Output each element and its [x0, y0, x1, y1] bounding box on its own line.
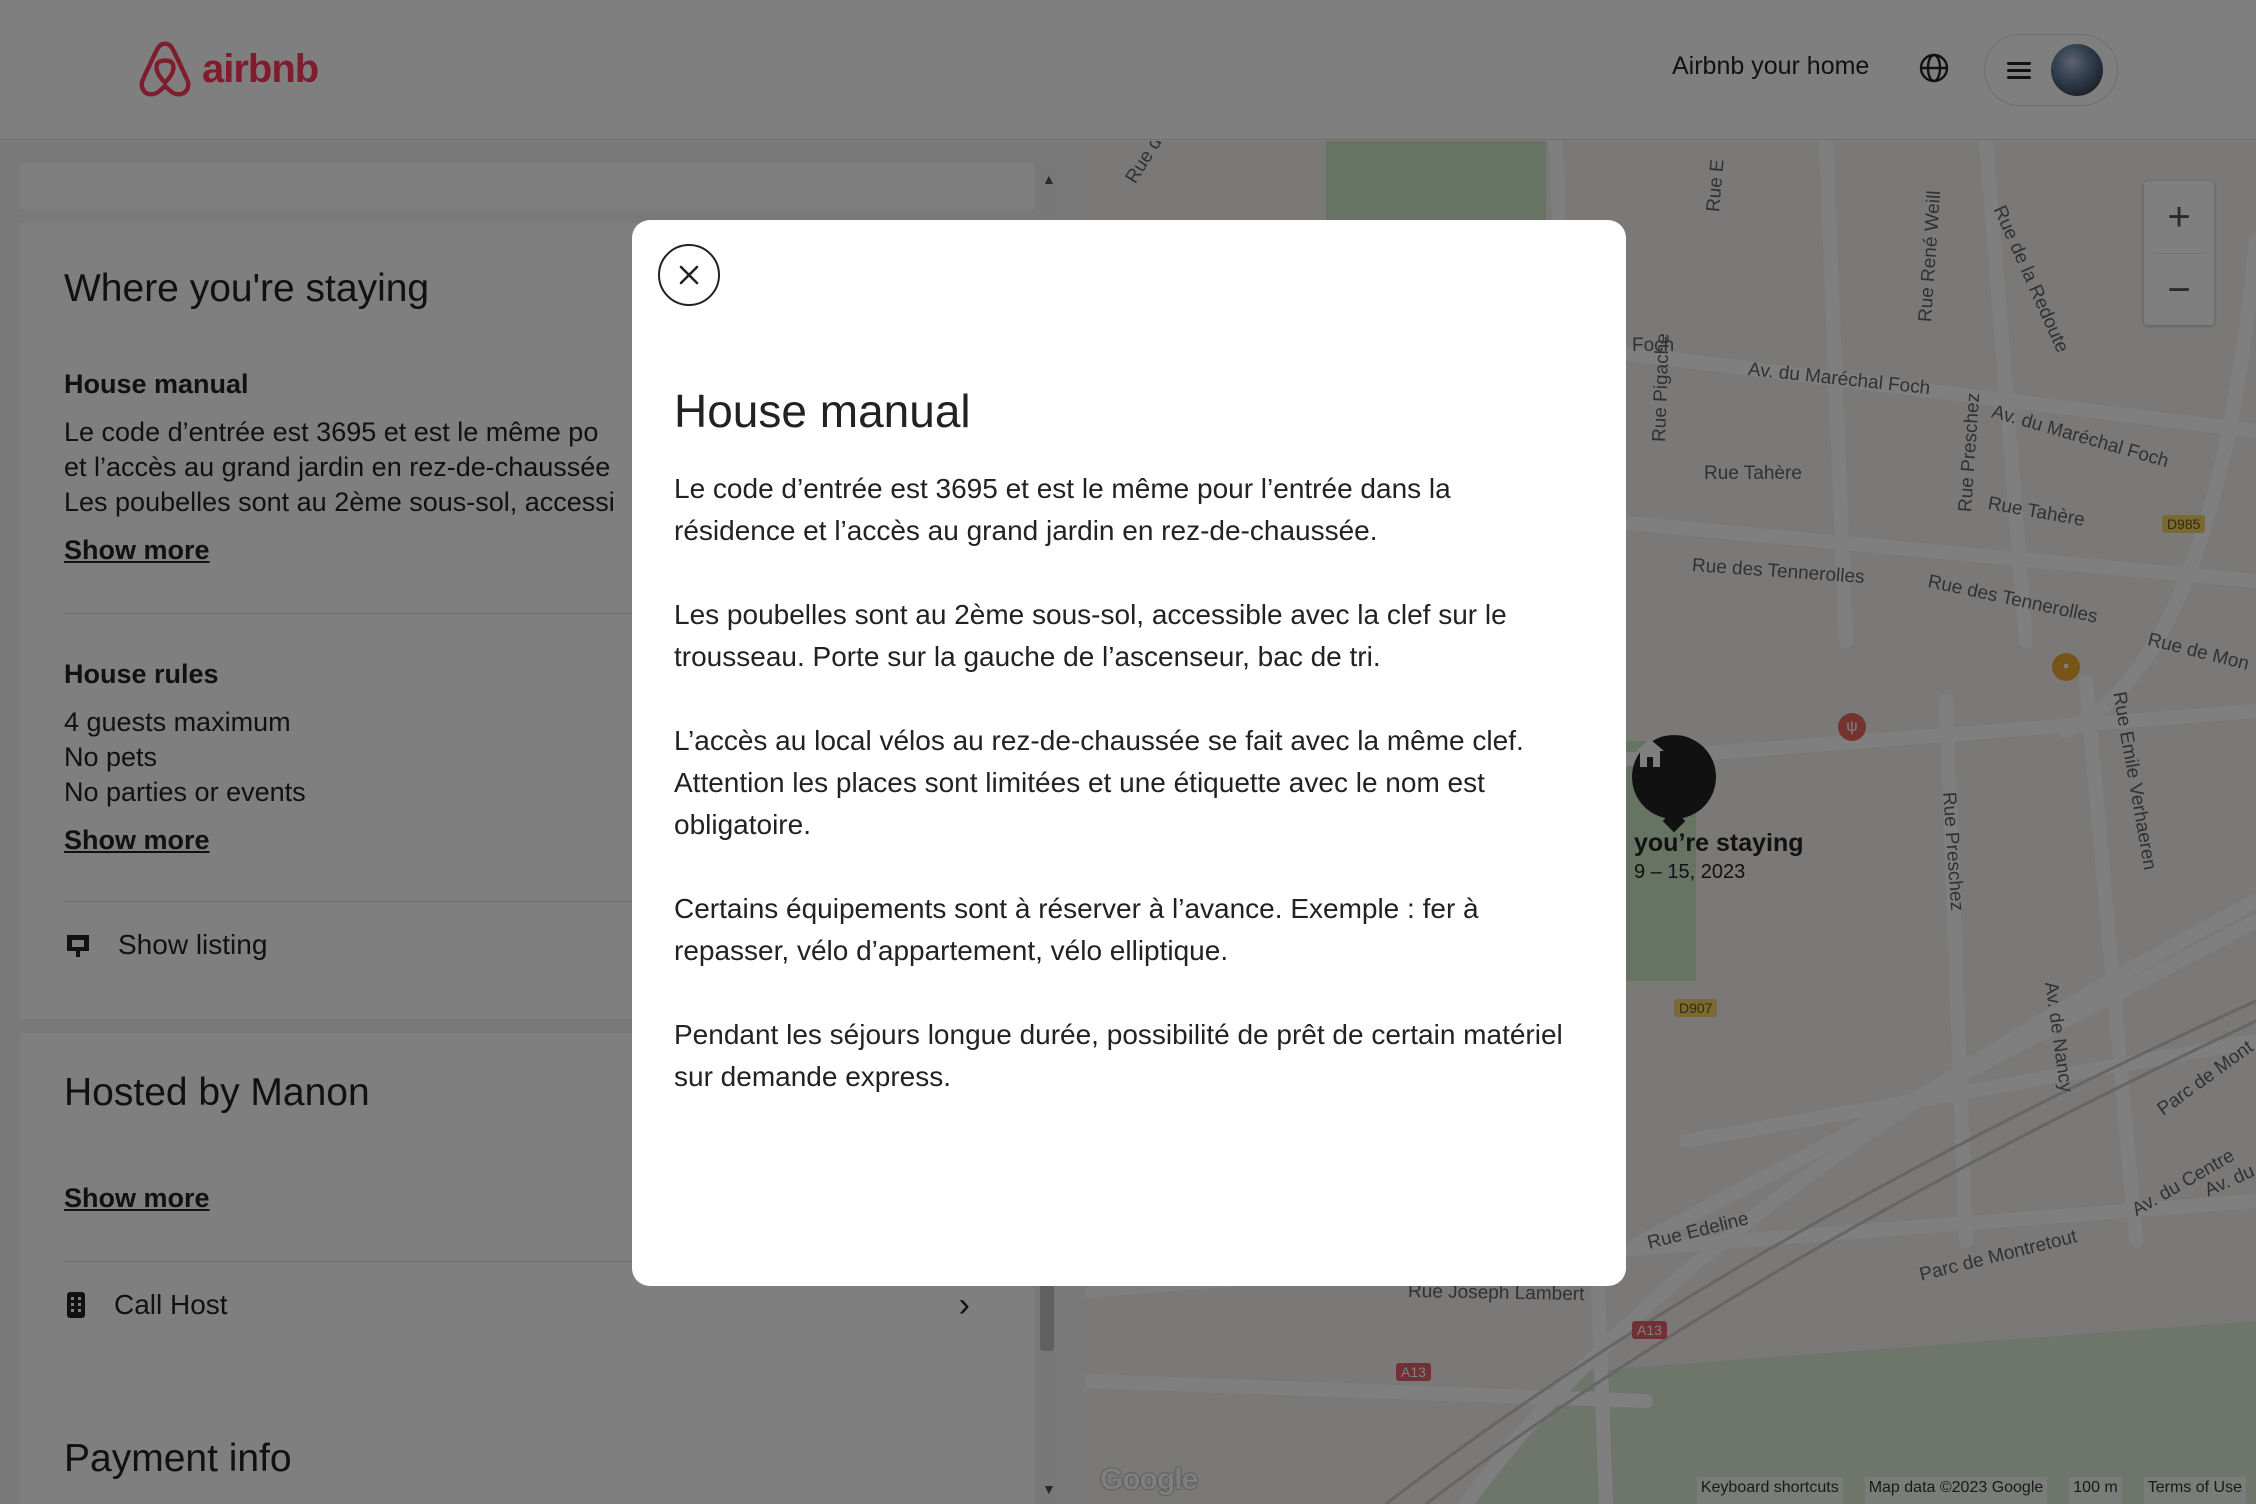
manual-paragraph: Pendant les séjours longue durée, possib…: [674, 1019, 1563, 1092]
close-icon: [679, 265, 699, 285]
manual-paragraph: Les poubelles sont au 2ème sous-sol, acc…: [674, 599, 1507, 672]
modal-title: House manual: [674, 385, 971, 437]
house-manual-modal: House manual Le code d’entrée est 3695 e…: [632, 220, 1626, 1286]
manual-paragraph: Le code d’entrée est 3695 et est le même…: [674, 473, 1451, 546]
close-button[interactable]: [658, 244, 720, 306]
manual-paragraph: L’accès au local vélos au rez-de-chaussé…: [674, 725, 1524, 840]
manual-paragraph: Certains équipements sont à réserver à l…: [674, 893, 1479, 966]
